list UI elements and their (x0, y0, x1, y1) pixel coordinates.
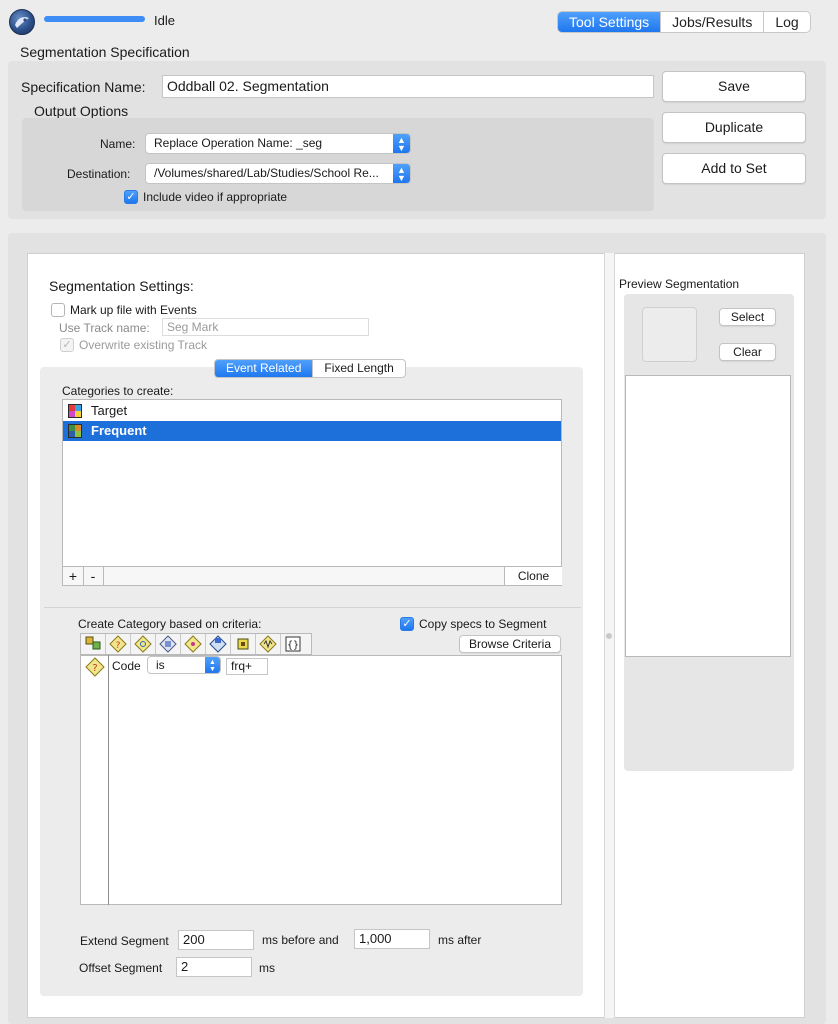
categories-label: Categories to create: (62, 384, 174, 398)
preview-title: Preview Segmentation (619, 277, 740, 291)
tab-log[interactable]: Log (763, 12, 809, 32)
browse-criteria-button[interactable]: Browse Criteria (459, 635, 561, 653)
include-video-checkbox[interactable]: ✓ (124, 190, 138, 204)
offset-segment-label: Offset Segment (79, 961, 163, 975)
destination-value: /Volumes/shared/Lab/Studies/School Re... (154, 166, 379, 180)
tab-jobs-results[interactable]: Jobs/Results (660, 12, 763, 32)
event-group-icon[interactable] (81, 634, 106, 654)
chevron-updown-icon: ▲ ▼ (393, 134, 410, 153)
extend-segment-label: Extend Segment (80, 934, 169, 948)
add-to-set-button[interactable]: Add to Set (662, 153, 806, 184)
markup-label: Mark up file with Events (70, 303, 197, 317)
categories-footer: + - Clone (62, 566, 562, 586)
criterion-operator-popup[interactable]: is ▲ ▼ (147, 656, 221, 674)
app-icon (9, 9, 35, 35)
criterion-field-label: Code (112, 659, 141, 673)
preview-clear-button[interactable]: Clear (719, 343, 776, 361)
waveform-icon[interactable] (256, 634, 281, 654)
after-label: ms after (438, 933, 482, 947)
copy-specs-label: Copy specs to Segment (419, 617, 547, 631)
mode-tabs: Event Related Fixed Length (214, 359, 406, 378)
output-options-title: Output Options (34, 103, 129, 119)
status-text: Idle (154, 13, 175, 28)
destination-popup[interactable]: /Volumes/shared/Lab/Studies/School Re...… (145, 163, 411, 184)
save-button[interactable]: Save (662, 71, 806, 102)
track-diamond-icon[interactable] (206, 634, 231, 654)
duplicate-button[interactable]: Duplicate (662, 112, 806, 143)
output-name-value: Replace Operation Name: _seg (154, 136, 323, 150)
offset-unit-label: ms (259, 961, 275, 975)
category-icon (68, 404, 82, 418)
extend-before-field[interactable]: 200 (178, 930, 254, 950)
split-grip-icon (606, 633, 612, 639)
criterion-diamond-icon: ? (85, 657, 105, 677)
before-label: ms before and (262, 933, 339, 947)
list-item[interactable]: Target (63, 401, 561, 421)
tab-fixed-length[interactable]: Fixed Length (312, 360, 404, 377)
track-name-field[interactable]: Seg Mark (162, 318, 369, 336)
progress-bar (44, 16, 145, 22)
destination-label: Destination: (67, 167, 131, 181)
chevron-updown-icon: ▲ ▼ (205, 657, 220, 673)
and-diamond-icon[interactable] (131, 634, 156, 654)
list-item[interactable]: Frequent (63, 421, 561, 441)
tab-event-related[interactable]: Event Related (215, 360, 313, 377)
tab-tool-settings[interactable]: Tool Settings (558, 12, 661, 32)
criteria-toolbar: ? {} (80, 633, 312, 655)
time-diamond-icon[interactable] (181, 634, 206, 654)
spec-name-label: Specification Name: (21, 79, 146, 95)
clone-button[interactable]: Clone (504, 567, 562, 585)
categories-list: Target Frequent (62, 399, 562, 567)
view-tabs: Tool Settings Jobs/Results Log (557, 11, 811, 33)
criterion-value-field[interactable]: frq+ (226, 658, 268, 675)
extend-after-field[interactable]: 1,000 (354, 929, 430, 949)
separator (44, 607, 581, 608)
category-icon (68, 424, 82, 438)
remove-category-button[interactable]: - (83, 567, 104, 585)
chip-icon[interactable] (231, 634, 256, 654)
preview-thumbnail (642, 307, 697, 362)
track-name-label: Use Track name: (59, 321, 150, 335)
or-diamond-icon[interactable] (156, 634, 181, 654)
criteria-label: Create Category based on criteria: (78, 617, 262, 631)
svg-text:{}: {} (287, 640, 299, 651)
markup-checkbox[interactable] (51, 303, 65, 317)
criterion-operator-value: is (156, 658, 165, 672)
preview-select-button[interactable]: Select (719, 308, 776, 326)
svg-text:?: ? (92, 663, 97, 674)
criteria-area[interactable] (80, 655, 562, 905)
copy-specs-checkbox[interactable]: ✓ (400, 617, 414, 631)
split-divider[interactable] (604, 253, 615, 1018)
output-name-label: Name: (100, 137, 136, 151)
output-name-popup[interactable]: Replace Operation Name: _seg ▲ ▼ (145, 133, 411, 154)
overwrite-checkbox[interactable]: ✓ (60, 338, 74, 352)
criterion-diamond-icon[interactable]: ? (106, 634, 131, 654)
preview-list[interactable] (625, 375, 791, 657)
offset-field[interactable]: 2 (176, 957, 252, 977)
chevron-updown-icon: ▲ ▼ (393, 164, 410, 183)
add-category-button[interactable]: + (63, 567, 84, 585)
svg-text:?: ? (116, 641, 121, 651)
spec-name-field[interactable]: Oddball 02. Segmentation (162, 75, 654, 98)
criteria-gutter: ? (80, 655, 109, 905)
settings-title: Segmentation Settings: (49, 278, 194, 294)
braces-icon[interactable]: {} (281, 634, 306, 654)
overwrite-label: Overwrite existing Track (79, 338, 208, 352)
spec-section-title: Segmentation Specification (20, 44, 190, 60)
category-label: Frequent (91, 423, 147, 438)
category-label: Target (91, 403, 128, 418)
include-video-label: Include video if appropriate (143, 190, 288, 204)
